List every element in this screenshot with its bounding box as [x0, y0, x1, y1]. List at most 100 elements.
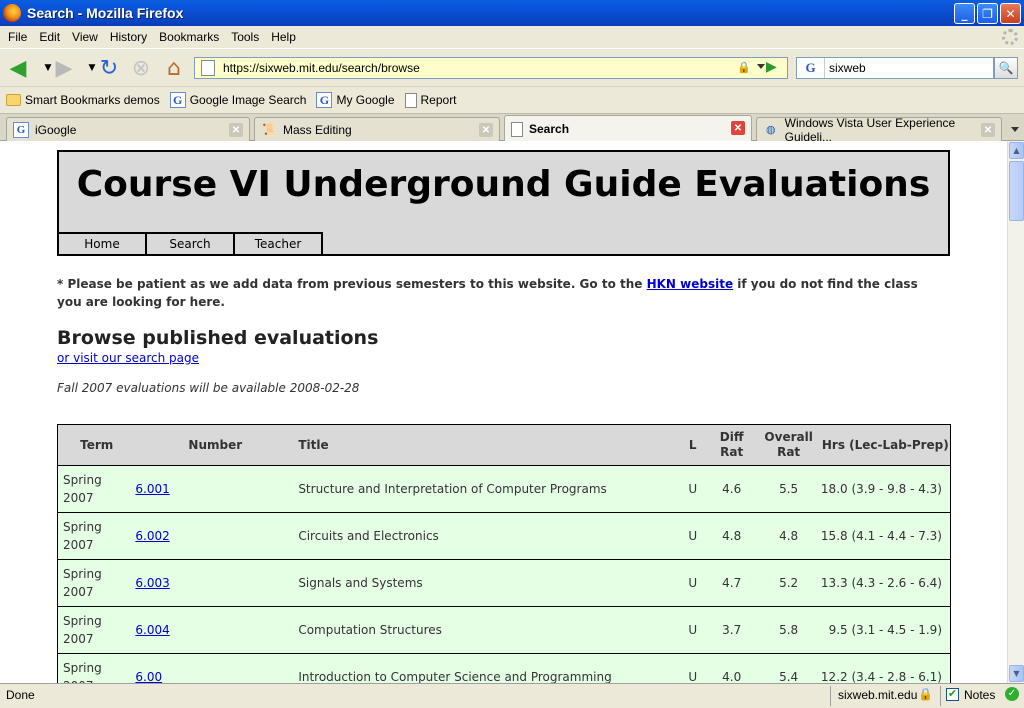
- search-page-link[interactable]: or visit our search page: [57, 351, 199, 365]
- nav-teacher[interactable]: Teacher: [235, 232, 323, 254]
- home-icon: ⌂: [167, 55, 181, 81]
- site-header: Course VI Underground Guide Evaluations …: [57, 150, 950, 256]
- reload-button[interactable]: ↻: [95, 54, 123, 82]
- term-cell: Spring2007: [58, 513, 136, 560]
- menu-help[interactable]: Help: [271, 30, 296, 44]
- course-number-link[interactable]: 6.004: [135, 623, 169, 637]
- tab-close-button[interactable]: ✕: [479, 123, 493, 137]
- hours-cell: 13.3 (4.3 - 2.6 - 6.4): [820, 576, 942, 590]
- course-number-link[interactable]: 6.002: [135, 529, 169, 543]
- difficulty-cell: 4.6: [722, 482, 742, 496]
- firefox-icon: [3, 4, 21, 22]
- difficulty-cell: 4.7: [722, 576, 742, 590]
- col-number[interactable]: Number: [135, 425, 295, 466]
- col-overall[interactable]: Overall Rat: [757, 425, 821, 466]
- course-number-link[interactable]: 6.00: [135, 670, 162, 683]
- tab-close-button[interactable]: ✕: [981, 123, 995, 137]
- back-button[interactable]: ◀: [4, 54, 32, 82]
- go-button[interactable]: ▶: [766, 59, 786, 77]
- menu-bookmarks[interactable]: Bookmarks: [159, 30, 219, 44]
- vertical-scrollbar[interactable]: ▲ ▼: [1007, 141, 1024, 683]
- tab-label: Windows Vista User Experience Guideli...: [784, 115, 956, 144]
- restore-button[interactable]: ❐: [977, 3, 998, 24]
- menu-view[interactable]: View: [72, 30, 98, 44]
- bookmarks-toolbar: Smart Bookmarks demos G Google Image Sea…: [0, 86, 1024, 113]
- search-engine-selector[interactable]: G: [797, 58, 825, 78]
- bookmark-label: My Google: [336, 93, 395, 107]
- col-level[interactable]: L: [679, 425, 707, 466]
- nav-search[interactable]: Search: [147, 232, 235, 254]
- title-cell: Structure and Interpretation of Computer…: [298, 482, 607, 496]
- bookmark-report[interactable]: Report: [404, 92, 457, 108]
- site-nav: Home Search Teacher: [59, 232, 323, 254]
- hkn-website-link[interactable]: HKN website: [647, 277, 734, 291]
- status-divider: [940, 686, 941, 706]
- search-input[interactable]: [829, 61, 989, 75]
- difficulty-cell: 4.8: [722, 529, 742, 543]
- overall-cell: 5.4: [779, 670, 799, 683]
- lock-icon[interactable]: 🔒: [737, 61, 751, 74]
- notice-text-start: * Please be patient as we add data from …: [57, 277, 647, 291]
- title-bar: Search - Mozilla Firefox _ ❐ ✕: [0, 0, 1024, 26]
- bookmark-smart-bookmarks-demos[interactable]: Smart Bookmarks demos: [6, 93, 160, 107]
- scroll-thumb[interactable]: [1009, 161, 1024, 221]
- notes-label[interactable]: Notes: [964, 688, 995, 702]
- google-icon: G: [316, 92, 333, 108]
- title-cell: Computation Structures: [298, 623, 442, 637]
- minimize-button[interactable]: _: [954, 3, 975, 24]
- scroll-up-button[interactable]: ▲: [1009, 142, 1024, 159]
- page-title: Course VI Underground Guide Evaluations: [76, 164, 931, 205]
- term-season: Spring: [63, 520, 102, 534]
- header-text: Rat: [720, 445, 744, 459]
- menu-edit[interactable]: Edit: [39, 30, 60, 44]
- nav-home[interactable]: Home: [59, 232, 147, 254]
- close-window-button[interactable]: ✕: [1000, 3, 1021, 24]
- forward-button[interactable]: ▶: [50, 54, 78, 82]
- col-difficulty[interactable]: Diff Rat: [707, 425, 757, 466]
- menu-history[interactable]: History: [110, 30, 147, 44]
- page-favicon-icon: [201, 60, 215, 76]
- lock-icon[interactable]: 🔒: [918, 687, 933, 701]
- search-bar[interactable]: G: [796, 57, 994, 79]
- course-number-link[interactable]: 6.001: [135, 482, 169, 496]
- notes-checkbox[interactable]: ✔: [946, 688, 959, 701]
- address-bar[interactable]: 🔒: [194, 57, 788, 79]
- term-cell: Spring2007: [58, 654, 136, 683]
- title-cell: Circuits and Electronics: [298, 529, 439, 543]
- col-hours[interactable]: Hrs (Lec-Lab-Prep): [821, 425, 951, 466]
- bookmark-label: Smart Bookmarks demos: [25, 93, 160, 107]
- url-history-dropdown[interactable]: [757, 64, 765, 69]
- number-cell: 6.001: [135, 466, 295, 513]
- menu-tools[interactable]: Tools: [231, 30, 259, 44]
- tab-strip: G iGoogle ✕ 📜 Mass Editing ✕ Search ✕ ◍ …: [0, 113, 1024, 144]
- tab-windows-vista-guidelines[interactable]: ◍ Windows Vista User Experience Guideli.…: [756, 115, 1002, 144]
- tab-search[interactable]: Search ✕: [504, 115, 752, 142]
- menu-file[interactable]: File: [8, 30, 27, 44]
- col-title[interactable]: Title: [295, 425, 678, 466]
- page-content: Course VI Underground Guide Evaluations …: [0, 141, 1007, 683]
- tab-close-button[interactable]: ✕: [731, 121, 745, 135]
- search-go-button[interactable]: 🔍: [994, 57, 1018, 79]
- folder-icon: [6, 94, 21, 106]
- all-tabs-dropdown[interactable]: [1006, 117, 1024, 141]
- stop-button[interactable]: ⊗: [127, 54, 155, 82]
- url-input[interactable]: [223, 61, 723, 75]
- hours-cell: 12.2 (3.4 - 2.8 - 6.1): [820, 670, 942, 683]
- status-host[interactable]: sixweb.mit.edu: [838, 688, 917, 702]
- course-number-link[interactable]: 6.003: [135, 576, 169, 590]
- hours-cell: 15.8 (4.1 - 4.4 - 7.3): [820, 529, 942, 543]
- bookmark-my-google[interactable]: G My Google: [316, 92, 395, 108]
- col-term[interactable]: Term: [58, 425, 136, 466]
- bookmark-google-image-search[interactable]: G Google Image Search: [169, 92, 306, 108]
- home-button[interactable]: ⌂: [160, 54, 188, 82]
- overall-cell: 5.5: [779, 482, 799, 496]
- tab-close-button[interactable]: ✕: [229, 123, 243, 137]
- notice-text: * Please be patient as we add data from …: [57, 275, 937, 311]
- scroll-down-button[interactable]: ▼: [1009, 665, 1024, 682]
- title-cell: Signals and Systems: [298, 576, 423, 590]
- tab-mass-editing[interactable]: 📜 Mass Editing ✕: [254, 117, 500, 141]
- tab-igoogle[interactable]: G iGoogle ✕: [6, 117, 250, 141]
- status-bar: Done sixweb.mit.edu 🔒 ✔ Notes ✓: [0, 683, 1024, 708]
- status-ok-icon: ✓: [1005, 687, 1019, 701]
- table-row: Spring 2007 6.004 Computation Structures …: [57, 606, 951, 654]
